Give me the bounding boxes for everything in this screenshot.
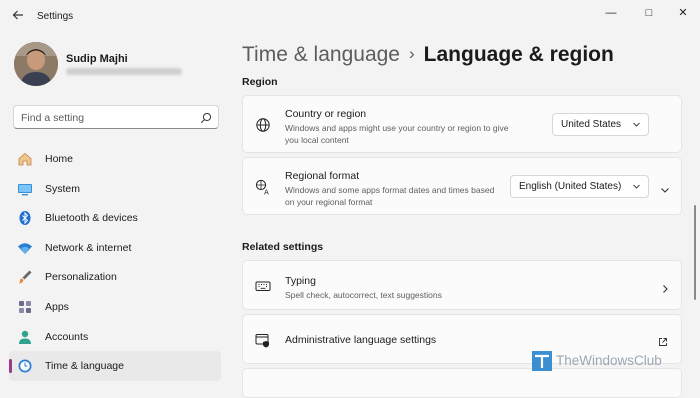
sidebar-item-label: Home: [45, 153, 74, 165]
sidebar-item-accounts[interactable]: Accounts: [9, 322, 221, 352]
watermark-logo: TheWindowsClub: [532, 350, 692, 374]
sidebar-item-label: Network & internet: [45, 241, 132, 254]
home-icon: [17, 151, 33, 167]
sidebar-item-label: Personalization: [45, 271, 117, 284]
app-title: Settings: [37, 11, 74, 22]
user-name: Sudip Majhi: [66, 53, 128, 65]
scrollbar-thumb[interactable]: [694, 205, 696, 300]
bluetooth-icon: [17, 210, 33, 226]
country-region-title: Country or region: [285, 108, 367, 120]
breadcrumb-separator: ›: [408, 44, 415, 63]
watermark-mark-icon: [532, 351, 552, 371]
country-region-card: Country or region Windows and apps might…: [242, 95, 682, 153]
page-title: Language & region: [423, 43, 614, 66]
user-email-blurred: [66, 68, 182, 75]
regional-format-value: English (United States): [519, 181, 622, 192]
svg-text:A: A: [264, 189, 269, 196]
breadcrumb: Time & language › Language & region: [242, 43, 614, 67]
sidebar-item-home[interactable]: Home: [9, 144, 221, 174]
country-region-description: Windows and apps might use your country …: [285, 123, 509, 145]
sidebar-item-bluetooth[interactable]: Bluetooth & devices: [9, 203, 221, 233]
search-box[interactable]: Find a setting: [13, 105, 219, 129]
back-arrow-icon[interactable]: [9, 8, 27, 26]
typing-title: Typing: [285, 275, 316, 287]
close-button[interactable]: ✕: [668, 5, 698, 21]
country-region-dropdown[interactable]: United States: [552, 113, 649, 136]
title-bar: Settings — □ ✕: [0, 0, 700, 32]
chevron-down-icon: [632, 120, 641, 129]
admin-shield-icon: [255, 332, 271, 348]
sidebar-item-network[interactable]: Network & internet: [9, 233, 221, 263]
sidebar-item-time-language[interactable]: Time & language: [9, 351, 221, 381]
expand-chevron-icon[interactable]: [660, 182, 670, 193]
chevron-down-icon: [632, 182, 641, 191]
sidebar-nav: Home System Bluetooth & devices Network …: [9, 144, 221, 381]
regional-format-dropdown[interactable]: English (United States): [510, 175, 649, 198]
breadcrumb-parent[interactable]: Time & language: [242, 43, 400, 66]
sidebar-item-system[interactable]: System: [9, 174, 221, 204]
globe-icon: [255, 117, 271, 133]
sidebar-item-label: Bluetooth & devices: [45, 212, 138, 225]
sidebar-item-apps[interactable]: Apps: [9, 292, 221, 322]
typing-description: Spell check, autocorrect, text suggestio…: [285, 290, 442, 300]
system-icon: [17, 181, 33, 197]
regional-format-card[interactable]: A Regional format Windows and some apps …: [242, 157, 682, 215]
external-link-icon: [658, 334, 668, 346]
regional-format-title: Regional format: [285, 170, 360, 182]
search-icon[interactable]: [200, 111, 212, 124]
maximize-button[interactable]: □: [634, 5, 664, 21]
minimize-button[interactable]: —: [596, 5, 626, 21]
region-heading: Region: [242, 76, 278, 88]
wifi-icon: [17, 240, 33, 256]
avatar: [14, 42, 58, 86]
sidebar-item-label: Time & language: [45, 360, 124, 373]
admin-language-title: Administrative language settings: [285, 334, 437, 346]
apps-icon: [17, 299, 33, 315]
typing-card[interactable]: Typing Spell check, autocorrect, text su…: [242, 260, 682, 310]
regional-format-icon: A: [255, 179, 271, 197]
keyboard-icon: [255, 278, 271, 294]
country-region-value: United States: [561, 119, 622, 130]
sidebar-item-label: Apps: [45, 300, 69, 313]
sidebar-item-personalization[interactable]: Personalization: [9, 262, 221, 292]
watermark-text: TheWindowsClub: [556, 353, 662, 368]
sidebar-item-label: System: [45, 182, 81, 195]
search-input[interactable]: Find a setting: [21, 112, 84, 124]
regional-format-description: Windows and some apps format dates and t…: [285, 185, 495, 207]
accounts-icon: [17, 329, 33, 345]
brush-icon: [17, 269, 33, 285]
related-settings-heading: Related settings: [242, 241, 324, 253]
chevron-right-icon: [660, 281, 670, 293]
time-language-icon: [17, 358, 33, 374]
sidebar-item-label: Accounts: [45, 330, 89, 343]
